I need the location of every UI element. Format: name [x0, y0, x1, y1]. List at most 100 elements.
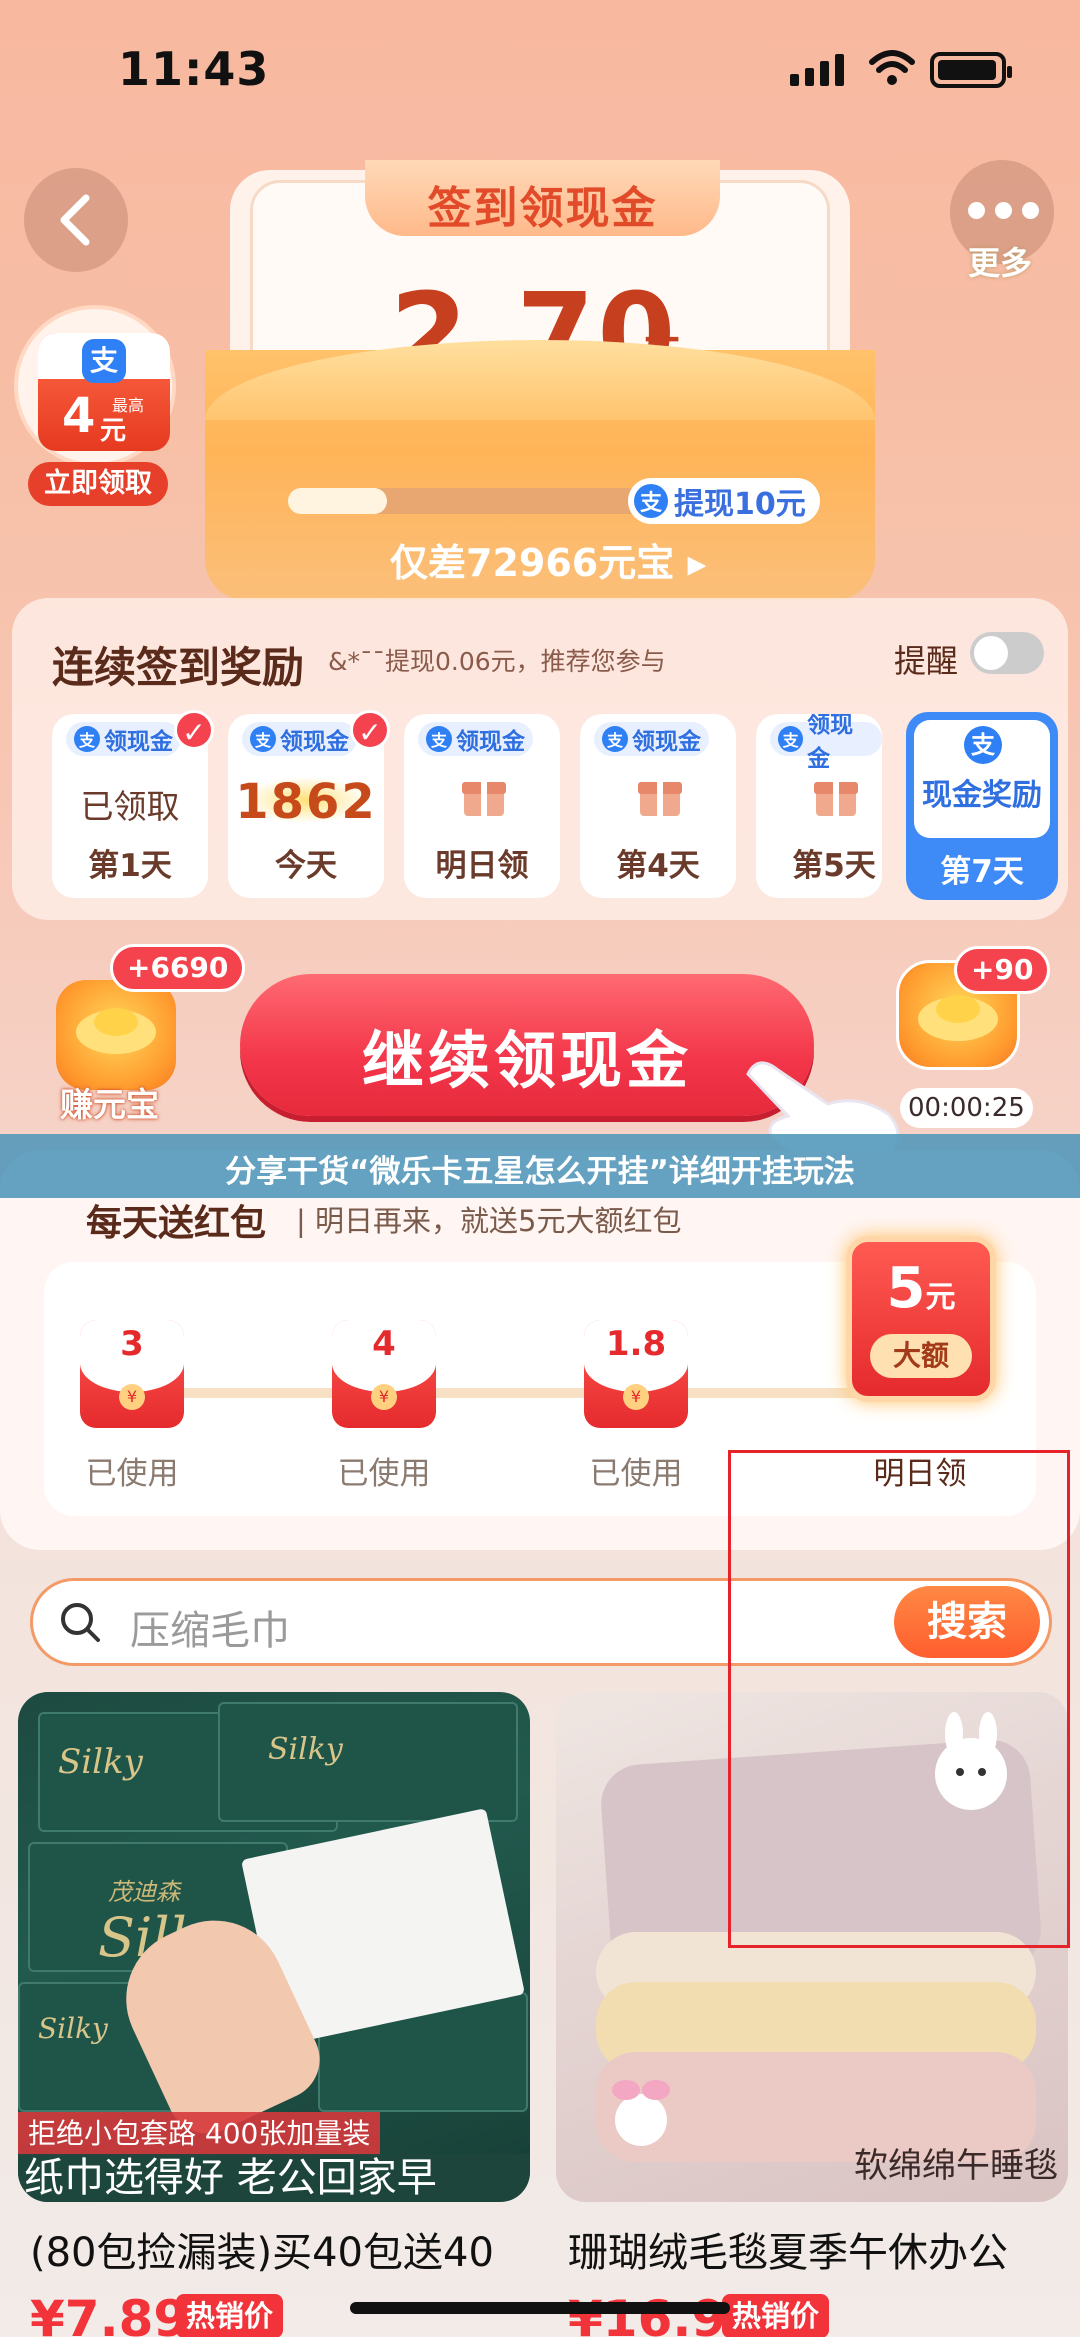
- red-packet-3[interactable]: 1.8 ¥: [584, 1320, 688, 1428]
- red-packet-1[interactable]: 3 ¥: [80, 1320, 184, 1428]
- product-title[interactable]: 珊瑚绒毛毯夏季午休办公: [568, 2220, 1008, 2278]
- more-label[interactable]: 更多: [968, 238, 1032, 284]
- cash-tag: 支领现金: [242, 722, 357, 756]
- cash-tag-label: 领现金: [104, 729, 173, 755]
- withdraw-badge[interactable]: 支 提现10元: [628, 478, 820, 524]
- big-packet-unit: 元: [925, 1280, 956, 1315]
- brand-logo: Silky: [58, 1742, 143, 1782]
- cash-tag: 支领现金: [594, 722, 709, 756]
- red-packet-value: 1.8: [605, 1324, 667, 1364]
- alipay-icon: 支: [778, 726, 804, 752]
- day-label: 第4天: [616, 848, 700, 884]
- hot-price-badge: 热销价: [722, 2294, 830, 2337]
- brand-logo: Silky: [268, 1732, 343, 1767]
- product-price: ¥7.89: [30, 2290, 189, 2337]
- earn-yuanbao-badge: +6690: [110, 944, 246, 992]
- gift-icon: [814, 776, 858, 816]
- checkin-day-3[interactable]: 支领现金 明日领: [404, 714, 560, 898]
- product-slogan: 纸巾选得好 老公回家早: [18, 2154, 530, 2202]
- cash-reward-label: 现金奖励: [922, 778, 1042, 813]
- cash-tag-label: 领现金: [280, 729, 349, 755]
- checkin-day-1[interactable]: 支领现金 ✓ 已领取 第1天: [52, 710, 214, 898]
- cash-tag: 支领现金: [66, 722, 181, 756]
- chevron-right-icon: ▸: [687, 541, 707, 585]
- yen-coin-icon: ¥: [119, 1384, 145, 1410]
- alipay-icon: 支: [964, 726, 1002, 764]
- chevron-left-icon: [60, 194, 90, 246]
- red-packet-value: 4: [372, 1324, 396, 1364]
- search-icon: [61, 1603, 100, 1642]
- product-caption: 软绵绵午睡毯: [854, 2146, 1058, 2186]
- battery-icon: [930, 52, 1012, 88]
- checkin-day-2[interactable]: 支领现金 ✓ 1862 今天: [228, 710, 390, 898]
- home-indicator[interactable]: [350, 2302, 730, 2314]
- left-promo-tag: 最高: [112, 396, 145, 415]
- cash-tag: 支领现金: [770, 714, 882, 772]
- alipay-icon: 支: [250, 726, 276, 752]
- search-input[interactable]: 压缩毛巾: [130, 1598, 290, 1656]
- claim-now-button[interactable]: 立即领取: [28, 462, 168, 506]
- red-packet-title: 每天送红包: [86, 1203, 267, 1244]
- alipay-icon: 支: [74, 726, 100, 752]
- gift-icon: [462, 776, 506, 816]
- checkin-day-4[interactable]: 支领现金 第4天: [580, 714, 736, 898]
- remaining-yuanbao-link[interactable]: 仅差72966元宝 ▸: [390, 532, 707, 587]
- hot-price-badge: 热销价: [176, 2294, 284, 2337]
- big-packet-tag: 大额: [870, 1334, 972, 1378]
- checkin-subtitle: &*¯¯提现0.06元，推荐您参与: [328, 647, 666, 676]
- red-packet-label: 已使用: [85, 1456, 179, 1492]
- yen-coin-icon: ¥: [623, 1384, 649, 1410]
- big-packet-value: 5: [886, 1256, 926, 1321]
- day-label: 第1天: [88, 848, 172, 884]
- back-button[interactable]: [24, 168, 128, 272]
- earn-yuanbao-button[interactable]: [56, 980, 176, 1090]
- article-banner-text: 分享干货“微乐卡五星怎么开挂”详细开挂玩法: [225, 1154, 855, 1190]
- red-packet-label: 已使用: [589, 1456, 683, 1492]
- cash-tag: 支领现金: [418, 722, 533, 756]
- red-packet-progress-line: [150, 1388, 910, 1398]
- red-packet-subtitle: | 明日再来，就送5元大额红包: [296, 1204, 682, 1238]
- more-dots-icon: [968, 202, 1039, 219]
- brand-logo: Silky: [38, 2012, 108, 2045]
- gold-ingot-icon: [76, 1008, 156, 1054]
- product-promo-tag: 拒绝小包套路 400张加量装: [18, 2112, 381, 2156]
- bow-icon: [612, 2080, 670, 2146]
- continue-claim-label[interactable]: 继续领现金: [240, 1010, 814, 1100]
- remind-toggle[interactable]: [970, 632, 1044, 674]
- left-promo-amount: 4: [62, 388, 96, 444]
- earn-yuanbao-label: 赚元宝: [60, 1085, 159, 1124]
- red-packet-value: 3: [120, 1324, 144, 1364]
- red-packet-2[interactable]: 4 ¥: [332, 1320, 436, 1428]
- cash-tag-label: 领现金: [456, 729, 525, 755]
- day-label: 第5天: [792, 848, 876, 884]
- day-value: 已领取: [80, 787, 180, 826]
- wifi-icon: [869, 50, 915, 85]
- checkin-title: 连续签到奖励: [52, 643, 305, 692]
- day-label: 明日领: [435, 848, 529, 884]
- brand-name: 茂迪森: [108, 1878, 180, 1906]
- annotation-box: [728, 1450, 1070, 1948]
- day-label: 今天: [275, 848, 337, 884]
- day-label: 第7天: [940, 854, 1024, 890]
- big-red-packet[interactable]: 5元 大额: [846, 1236, 996, 1402]
- check-icon: ✓: [350, 710, 390, 750]
- status-time: 11:43: [118, 42, 270, 96]
- checkin-day-5[interactable]: 支领现金 第5天: [756, 714, 882, 898]
- product-title[interactable]: (80包捡漏装)买40包送40: [30, 2220, 494, 2278]
- alipay-icon: 支: [602, 726, 628, 752]
- product-image-tissue[interactable]: Silky Silky 茂迪森 Silky Silky 拒绝小包套路 400张加…: [18, 1692, 530, 2202]
- envelope-title: 签到领现金: [427, 183, 658, 234]
- red-packet-label: 已使用: [337, 1456, 431, 1492]
- countdown-timer: 00:00:25: [900, 1088, 1033, 1128]
- cash-tag-label: 领现金: [632, 729, 701, 755]
- gift-icon: [638, 776, 682, 816]
- remaining-yuanbao-text: 仅差72966元宝: [390, 541, 675, 585]
- red-packet-subtitle-text: 明日再来，就送5元大额红包: [315, 1204, 682, 1238]
- checkin-day-7[interactable]: 支现金奖励 第7天: [906, 712, 1058, 900]
- alipay-icon: 支: [634, 484, 668, 518]
- yen-coin-icon: ¥: [371, 1384, 397, 1410]
- cash-tag-label: 领现金: [807, 714, 854, 772]
- signal-icon: [790, 52, 844, 86]
- remind-label: 提醒: [894, 642, 959, 680]
- alipay-icon: 支: [82, 339, 126, 383]
